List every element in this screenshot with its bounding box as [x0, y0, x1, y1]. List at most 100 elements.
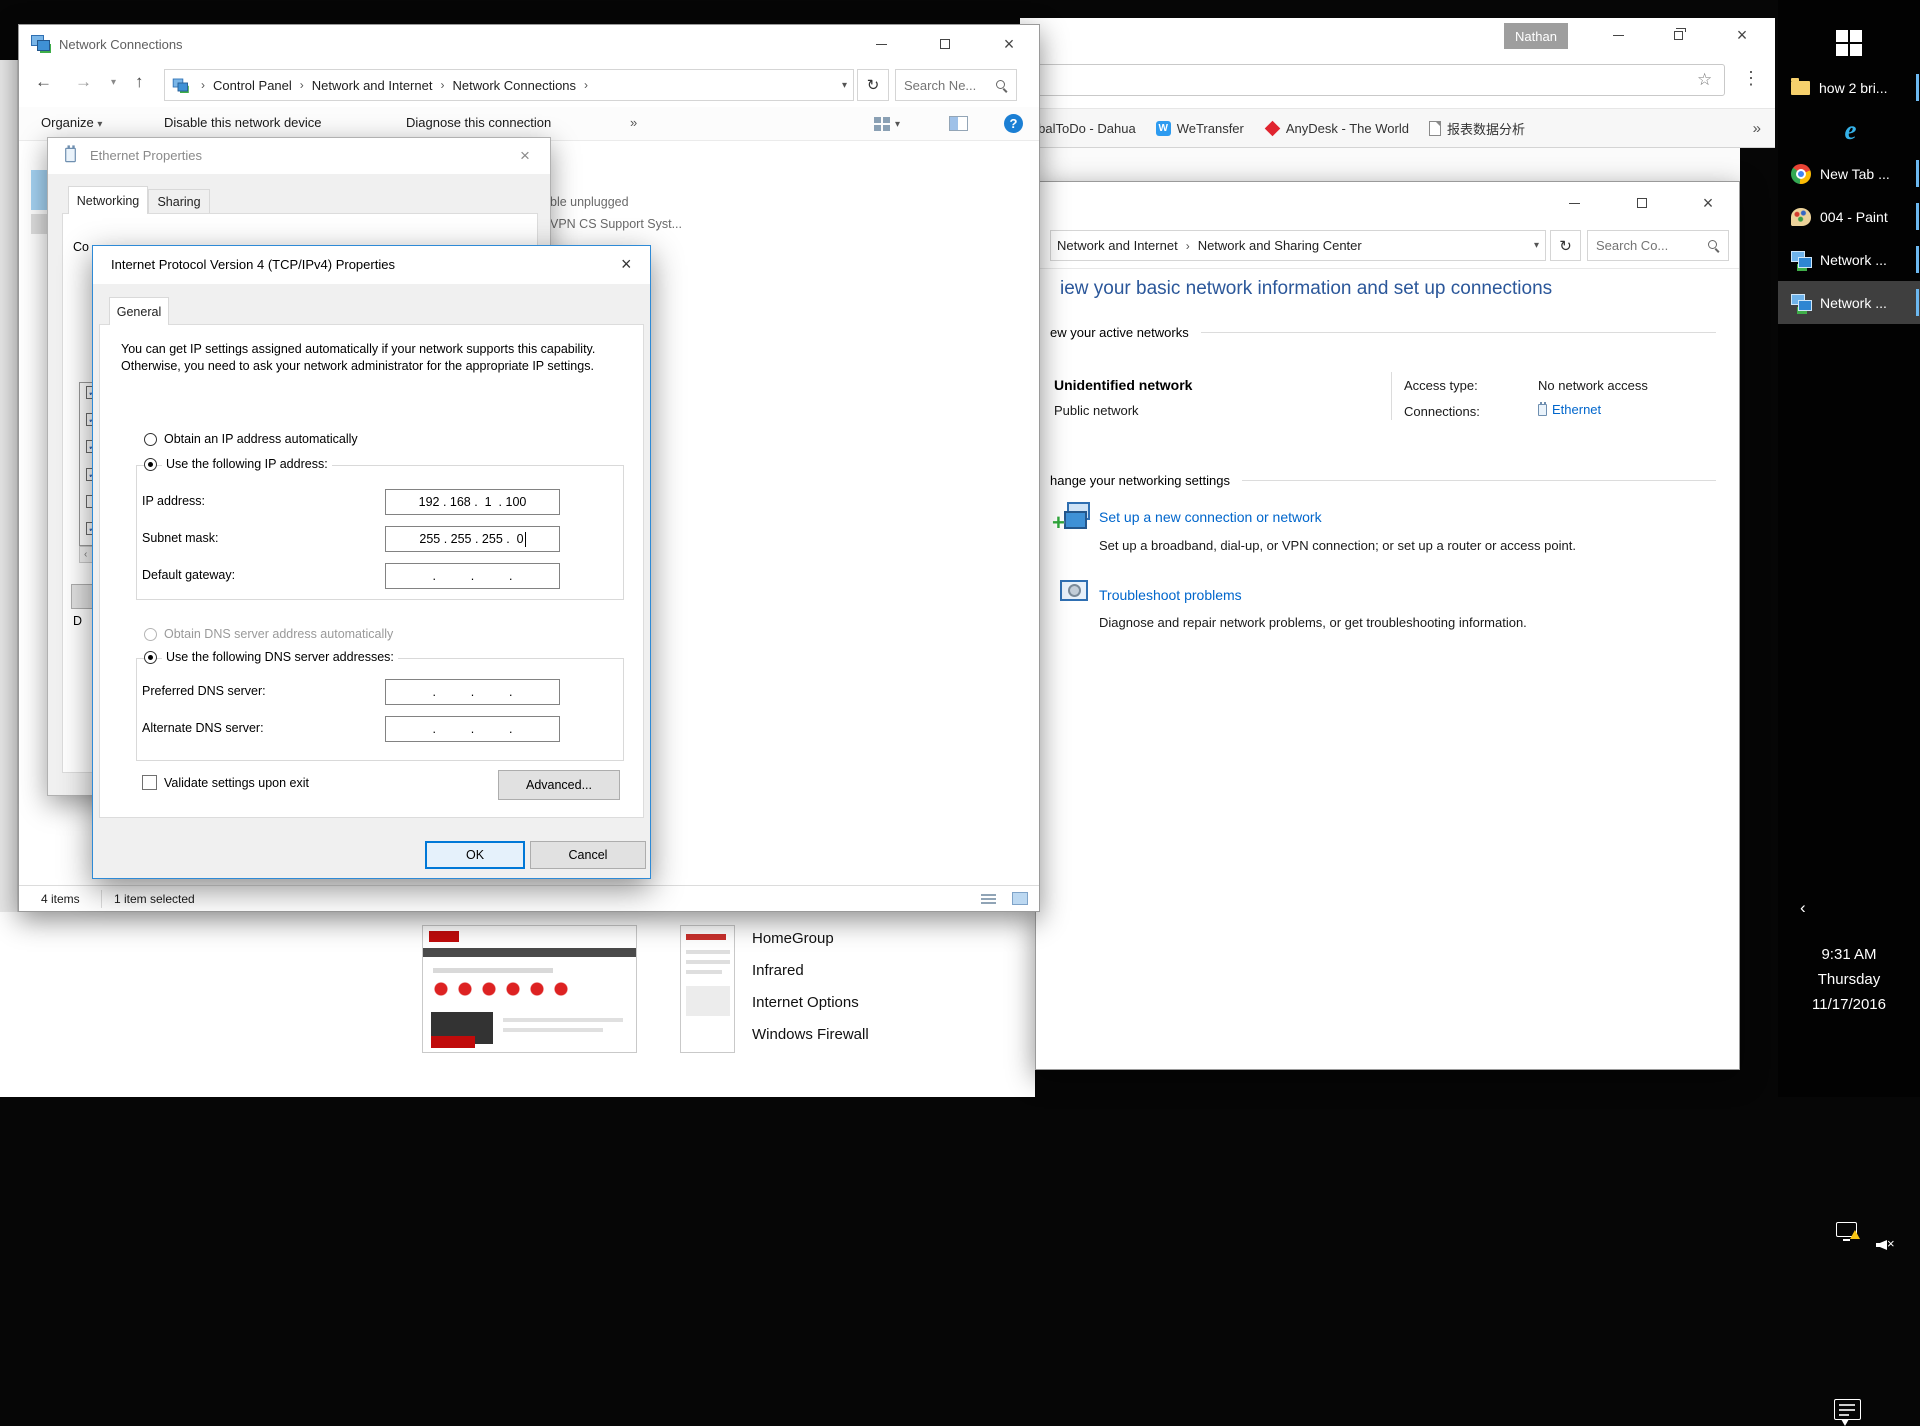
radio-use-dns[interactable]	[144, 651, 157, 664]
tab-sharing[interactable]: Sharing	[148, 189, 210, 214]
taskbar-item-network2[interactable]: Network ...	[1778, 281, 1920, 324]
alternate-dns-field[interactable]: . . .	[385, 716, 560, 742]
search-icon	[1707, 239, 1720, 252]
taskbar-item-network1[interactable]: Network ...	[1778, 238, 1920, 281]
nsc-search-box[interactable]	[1587, 230, 1729, 261]
toolbar-more-button[interactable]: »	[630, 115, 637, 130]
browser-menu-button[interactable]: ⋮	[1742, 68, 1760, 89]
browser-minimize-button[interactable]	[1596, 20, 1640, 50]
breadcrumb-sharing-center[interactable]: Network and Sharing Center	[1198, 238, 1362, 253]
ip-address-field[interactable]: 192 . 168 . 1 . 100	[385, 489, 560, 515]
thumbnail-view-button[interactable]	[1012, 892, 1028, 905]
browser-close-button[interactable]: ×	[1720, 20, 1764, 50]
close-icon[interactable]: ×	[621, 254, 632, 275]
nsc-refresh-button[interactable]: ↻	[1550, 230, 1581, 261]
radio-obtain-dns[interactable]	[144, 628, 157, 641]
nc-minimize-button[interactable]	[859, 29, 903, 59]
recent-pages-dropdown[interactable]: ▾	[111, 77, 116, 88]
validate-settings-label[interactable]: Validate settings upon exit	[164, 776, 309, 790]
validate-settings-checkbox[interactable]	[142, 775, 157, 790]
up-button[interactable]: ↑	[135, 72, 144, 92]
taskbar-item-folder[interactable]: how 2 bri...	[1778, 66, 1920, 109]
start-button[interactable]	[1778, 22, 1920, 64]
back-button[interactable]: ←	[35, 72, 52, 92]
disable-device-button[interactable]: Disable this network device	[164, 115, 322, 130]
nc-maximize-button[interactable]	[923, 29, 967, 59]
ok-button[interactable]: OK	[425, 841, 525, 869]
radio-obtain-ip-label[interactable]: Obtain an IP address automatically	[164, 432, 358, 446]
breadcrumb-control-panel[interactable]: Control Panel	[213, 78, 292, 93]
radio-obtain-ip[interactable]	[144, 433, 157, 446]
view-options-dropdown[interactable]: ▾	[895, 119, 900, 130]
nc-refresh-button[interactable]: ↻	[857, 69, 889, 101]
status-selected-count: 1 item selected	[114, 892, 195, 906]
volume-muted-icon[interactable]	[1876, 1238, 1890, 1252]
general-tab-page: You can get IP settings assigned automat…	[99, 324, 644, 818]
address-dropdown-icon[interactable]: ▾	[834, 80, 847, 91]
help-button[interactable]: ?	[1004, 114, 1023, 133]
radio-use-dns-label[interactable]: Use the following DNS server addresses:	[162, 650, 398, 664]
nsc-minimize-button[interactable]	[1552, 188, 1596, 218]
cp-item-windows-firewall[interactable]: Windows Firewall	[752, 1018, 869, 1050]
troubleshoot-link[interactable]: Troubleshoot problems	[1099, 587, 1242, 603]
browser-window: Nathan × ☆ ⋮ lobalToDo - Dahua WWeTransf…	[1020, 18, 1775, 148]
nsc-close-button[interactable]: ×	[1686, 188, 1730, 218]
bookmark-report-analysis[interactable]: 报表数据分析	[1429, 119, 1525, 138]
restore-icon	[1674, 31, 1683, 40]
radio-use-ip[interactable]	[144, 458, 157, 471]
nsc-address-bar[interactable]: Network and Internet › Network and Shari…	[1050, 230, 1546, 261]
taskbar-clock[interactable]: 9:31 AM Thursday 11/17/2016	[1778, 942, 1920, 1017]
nsc-search-input[interactable]	[1596, 238, 1707, 253]
bookmark-wetransfer[interactable]: WWeTransfer	[1156, 121, 1244, 136]
setup-connection-link[interactable]: Set up a new connection or network	[1099, 509, 1322, 525]
subnet-mask-field[interactable]: 255 . 255 . 255 . 0	[385, 526, 560, 552]
tab-general[interactable]: General	[109, 297, 169, 325]
taskbar-item-ie[interactable]: e	[1778, 109, 1920, 152]
diagnose-connection-button[interactable]: Diagnose this connection	[406, 115, 551, 130]
breadcrumb-network-and-internet[interactable]: Network and Internet	[1057, 238, 1178, 253]
taskbar-item-chrome[interactable]: New Tab ...	[1778, 152, 1920, 195]
action-center-button[interactable]	[1834, 1399, 1861, 1420]
window-icon network-icon	[31, 35, 49, 56]
radio-use-ip-label[interactable]: Use the following IP address:	[162, 457, 332, 471]
preferred-dns-field[interactable]: . . .	[385, 679, 560, 705]
connections-ethernet-link[interactable]: Ethernet	[1538, 402, 1601, 417]
breadcrumb-separator: ›	[440, 78, 444, 92]
bookmarks-overflow-button[interactable]: »	[1753, 120, 1761, 137]
browser-tab[interactable]: Nathan	[1504, 23, 1568, 49]
tray-overflow-button[interactable]: ‹	[1800, 898, 1806, 918]
view-options-icon[interactable]	[874, 117, 890, 131]
bookmark-anydesk[interactable]: AnyDesk - The World	[1264, 121, 1409, 136]
breadcrumb-network-and-internet[interactable]: Network and Internet	[312, 78, 433, 93]
default-gateway-value: . . .	[426, 569, 520, 583]
thumbnail-block	[686, 986, 730, 1016]
radio-obtain-dns-label[interactable]: Obtain DNS server address automatically	[164, 627, 393, 641]
browser-address-bar[interactable]: ☆	[1030, 64, 1725, 96]
preview-pane-button[interactable]	[949, 116, 968, 131]
bookmark-globaltodo[interactable]: lobalToDo - Dahua	[1028, 121, 1136, 136]
network-status-tray-icon[interactable]	[1836, 1222, 1857, 1237]
section-change-settings: hange your networking settings	[1050, 473, 1716, 488]
taskbar-item-paint[interactable]: 004 - Paint	[1778, 195, 1920, 238]
cp-item-homegroup[interactable]: HomeGroup	[752, 922, 869, 954]
nc-search-box[interactable]	[895, 69, 1017, 101]
nc-address-bar[interactable]: › Control Panel › Network and Internet ›…	[164, 69, 854, 101]
nc-close-button[interactable]: ×	[987, 29, 1031, 59]
cp-item-infrared[interactable]: Infrared	[752, 954, 869, 986]
forward-button[interactable]: →	[75, 72, 92, 92]
default-gateway-field[interactable]: . . .	[385, 563, 560, 589]
wetransfer-icon: W	[1156, 121, 1171, 136]
organize-button[interactable]: Organize ▾	[41, 115, 102, 130]
nc-search-input[interactable]	[904, 78, 995, 93]
cp-item-internet-options[interactable]: Internet Options	[752, 986, 869, 1018]
breadcrumb-network-connections[interactable]: Network Connections	[452, 78, 576, 93]
browser-restore-button[interactable]	[1656, 20, 1700, 50]
tab-networking[interactable]: Networking	[68, 186, 148, 214]
cancel-button[interactable]: Cancel	[530, 841, 646, 869]
advanced-button[interactable]: Advanced...	[498, 770, 620, 800]
close-icon[interactable]: ×	[520, 146, 530, 166]
details-view-button[interactable]	[981, 893, 996, 906]
bookmark-star-icon[interactable]: ☆	[1697, 70, 1712, 90]
address-dropdown-icon[interactable]: ▾	[1526, 240, 1539, 251]
nsc-maximize-button[interactable]	[1620, 188, 1664, 218]
